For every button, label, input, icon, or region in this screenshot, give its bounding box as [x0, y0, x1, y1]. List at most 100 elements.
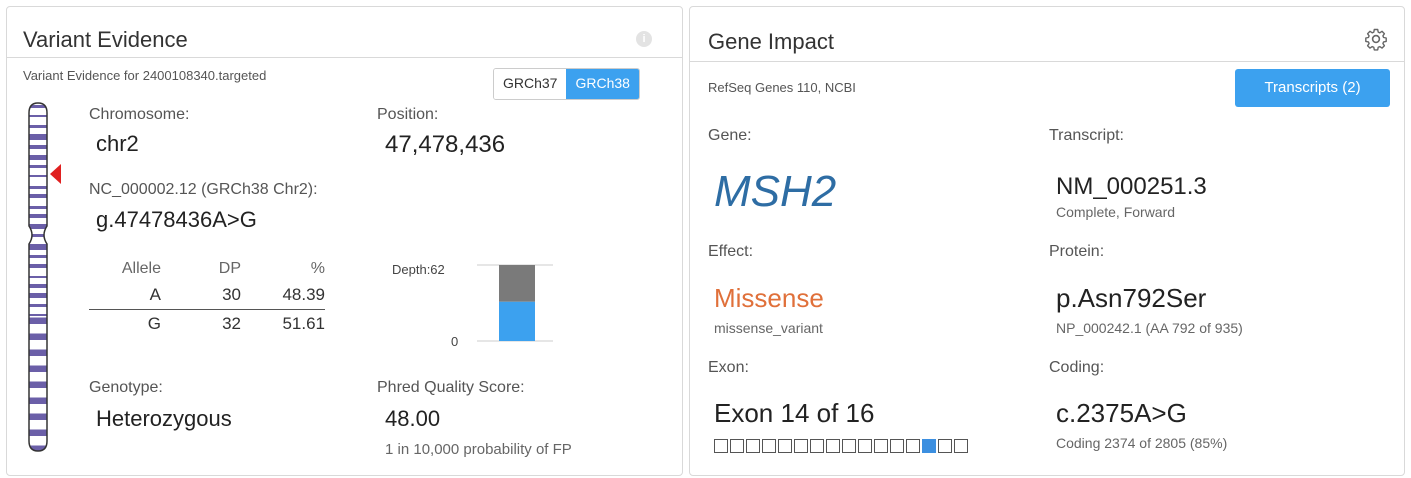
transcripts-button[interactable]: Transcripts (2)	[1235, 69, 1390, 107]
exon-map	[714, 439, 970, 458]
ideogram-band	[29, 145, 47, 149]
ideogram-band	[29, 284, 47, 288]
exon-value: Exon 14 of 16	[714, 398, 875, 428]
ideogram-band	[29, 134, 47, 140]
phred-label: Phred Quality Score:	[377, 379, 525, 396]
variant-evidence-panel: Variant Evidence i Variant Evidence for …	[6, 6, 683, 476]
dp-cell: 30	[161, 281, 241, 310]
ideogram-band	[29, 413, 47, 420]
allele-cell: G	[147, 314, 161, 333]
ideogram-band	[29, 304, 47, 307]
exon-box-10	[858, 439, 872, 453]
genome-build-toggle[interactable]: GRCh37 GRCh38	[493, 68, 640, 100]
chromosome-value: chr2	[96, 131, 139, 156]
coding-value: c.2375A>G	[1056, 398, 1187, 428]
gene-symbol[interactable]: MSH2	[714, 167, 836, 217]
exon-box-3	[746, 439, 760, 453]
allele-table-header: %	[310, 260, 325, 277]
allele-table-header: DP	[218, 260, 241, 277]
coding-label: Coding:	[1049, 359, 1105, 376]
ideogram-band	[29, 333, 47, 340]
exon-box-5	[778, 439, 792, 453]
panel-title: Gene Impact	[708, 29, 834, 54]
depth-zero-label: 0	[451, 334, 459, 349]
exon-box-4	[762, 439, 776, 453]
exon-box-1	[714, 439, 728, 453]
gear-icon[interactable]	[1364, 27, 1388, 51]
table-row: A 30 48.39	[89, 281, 325, 310]
position-label: Position:	[377, 106, 439, 123]
allele-table: Allele DP % A 30 48.39 G 32 51.61	[89, 257, 325, 338]
genotype-value: Heterozygous	[96, 406, 232, 431]
ideogram-band	[29, 115, 47, 117]
transcript-label: Transcript:	[1049, 127, 1124, 144]
ideogram-band	[29, 293, 47, 298]
ideogram-band	[29, 194, 47, 198]
ideogram-band	[29, 155, 47, 160]
gene-impact-panel: Gene Impact RefSeq Genes 110, NCBI Trans…	[689, 6, 1405, 476]
ideogram-band	[29, 317, 47, 324]
exon-box-8	[826, 439, 840, 453]
build-option-grch38[interactable]: GRCh38	[566, 69, 639, 99]
pct-cell: 51.61	[282, 314, 325, 333]
ideogram-band	[29, 397, 47, 404]
effect-label: Effect:	[708, 243, 754, 260]
info-icon[interactable]: i	[636, 31, 652, 47]
exon-box-11	[874, 439, 888, 453]
exon-box-12	[890, 439, 904, 453]
allele-table-header: Allele	[121, 260, 161, 277]
ideogram-band	[29, 224, 47, 229]
exon-box-13	[906, 439, 920, 453]
ideogram-band	[29, 381, 47, 388]
gene-impact-header: Gene Impact	[690, 7, 1404, 62]
protein-label: Protein:	[1049, 243, 1105, 260]
exon-box-9	[842, 439, 856, 453]
depth-bar-ref	[499, 265, 535, 302]
exon-label: Exon:	[708, 359, 749, 376]
phred-note: 1 in 10,000 probability of FP	[385, 441, 572, 458]
ideogram-band	[29, 314, 47, 316]
variant-evidence-subtitle: Variant Evidence for 2400108340.targeted	[23, 68, 267, 83]
ideogram-band	[29, 206, 47, 209]
panel-title: Variant Evidence	[23, 27, 188, 52]
exon-box-2	[730, 439, 744, 453]
ideogram-band	[29, 165, 47, 168]
effect-note: missense_variant	[714, 320, 823, 336]
effect-value: Missense	[714, 283, 824, 313]
depth-bar-alt	[499, 301, 535, 341]
ideogram-band	[29, 105, 47, 108]
hgvs-genomic-value: g.47478436A>G	[96, 207, 257, 232]
ideogram-band	[29, 186, 47, 189]
gene-source: RefSeq Genes 110, NCBI	[708, 80, 856, 95]
exon-box-16	[954, 439, 968, 453]
variant-evidence-header: Variant Evidence i	[7, 7, 682, 58]
ideogram-band	[29, 276, 47, 278]
hgvs-genomic-label: NC_000002.12 (GRCh38 Chr2):	[89, 181, 318, 198]
exon-box-14	[922, 439, 936, 453]
exon-box-6	[794, 439, 808, 453]
ideogram-band	[29, 264, 47, 268]
pct-cell: 48.39	[241, 281, 325, 310]
chromosome-ideogram	[28, 102, 61, 452]
exon-box-15	[938, 439, 952, 453]
transcript-value: NM_000251.3	[1056, 173, 1207, 200]
build-option-grch37[interactable]: GRCh37	[494, 69, 567, 99]
gene-label: Gene:	[708, 127, 752, 144]
ideogram-band	[29, 125, 47, 128]
allele-cell: A	[89, 281, 161, 310]
ideogram-band	[29, 349, 47, 356]
ideogram-band	[29, 365, 47, 372]
genotype-label: Genotype:	[89, 379, 163, 396]
exon-box-7	[810, 439, 824, 453]
position-value: 47,478,436	[385, 131, 506, 158]
ideogram-band	[29, 244, 47, 250]
ideogram-band	[29, 175, 47, 177]
ideogram-band	[29, 214, 47, 218]
protein-note: NP_000242.1 (AA 792 of 935)	[1056, 320, 1243, 336]
depth-label: Depth:62	[392, 262, 445, 277]
table-row: G 32 51.61	[89, 310, 325, 339]
ideogram-band	[29, 234, 47, 237]
transcript-note: Complete, Forward	[1056, 204, 1176, 220]
dp-cell: 32	[222, 314, 241, 333]
ideogram-band	[29, 255, 47, 258]
